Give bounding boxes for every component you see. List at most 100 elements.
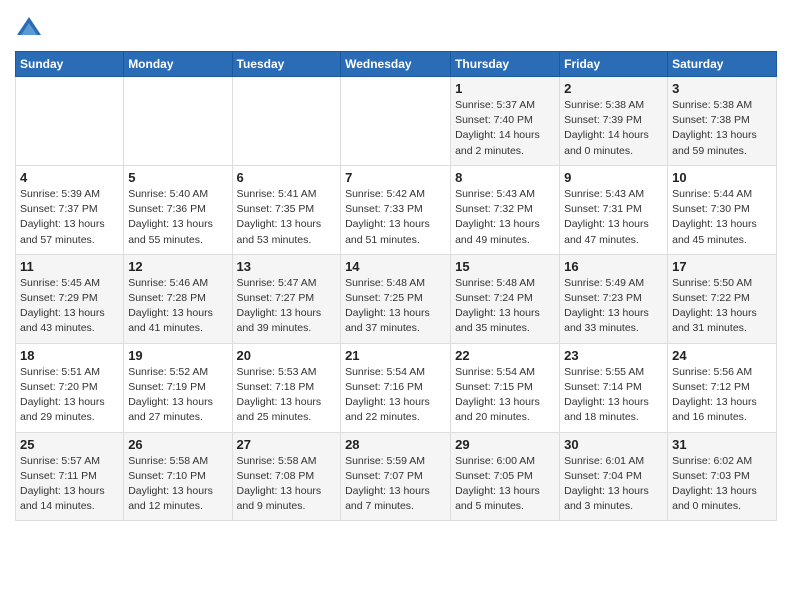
weekday-header: Wednesday [341,52,451,77]
calendar-cell: 23 Sunrise: 5:55 AMSunset: 7:14 PMDayligh… [560,343,668,432]
day-number: 20 [237,348,337,363]
day-info: Sunrise: 5:49 AMSunset: 7:23 PMDaylight:… [564,276,663,337]
day-info: Sunrise: 5:46 AMSunset: 7:28 PMDaylight:… [128,276,227,337]
day-info: Sunrise: 5:43 AMSunset: 7:31 PMDaylight:… [564,187,663,248]
weekday-header: Friday [560,52,668,77]
weekday-row: SundayMondayTuesdayWednesdayThursdayFrid… [16,52,777,77]
calendar-cell: 18 Sunrise: 5:51 AMSunset: 7:20 PMDayligh… [16,343,124,432]
day-info: Sunrise: 5:38 AMSunset: 7:38 PMDaylight:… [672,98,772,159]
day-info: Sunrise: 5:56 AMSunset: 7:12 PMDaylight:… [672,365,772,426]
day-info: Sunrise: 6:02 AMSunset: 7:03 PMDaylight:… [672,454,772,515]
day-info: Sunrise: 5:55 AMSunset: 7:14 PMDaylight:… [564,365,663,426]
calendar-cell: 19Sunrise: 5:52 AMSunset: 7:19 PMDayligh… [124,343,232,432]
day-number: 7 [345,170,446,185]
calendar-cell [16,77,124,166]
day-number: 9 [564,170,663,185]
day-info: Sunrise: 6:00 AMSunset: 7:05 PMDaylight:… [455,454,555,515]
calendar-cell: 31 Sunrise: 6:02 AMSunset: 7:03 PMDayligh… [668,432,777,521]
calendar-week-row: 18 Sunrise: 5:51 AMSunset: 7:20 PMDayligh… [16,343,777,432]
day-info: Sunrise: 5:48 AMSunset: 7:25 PMDaylight:… [345,276,446,337]
day-number: 10 [672,170,772,185]
weekday-header: Sunday [16,52,124,77]
day-info: Sunrise: 5:53 AMSunset: 7:18 PMDaylight:… [237,365,337,426]
day-number: 26 [128,437,227,452]
day-info: Sunrise: 5:51 AMSunset: 7:20 PMDaylight:… [20,365,119,426]
calendar-cell: 8 Sunrise: 5:43 AMSunset: 7:32 PMDaylight… [451,165,560,254]
page-header [15,10,777,43]
day-number: 18 [20,348,119,363]
calendar-cell: 13 Sunrise: 5:47 AMSunset: 7:27 PMDayligh… [232,254,341,343]
calendar-cell: 30Sunrise: 6:01 AMSunset: 7:04 PMDayligh… [560,432,668,521]
day-info: Sunrise: 5:43 AMSunset: 7:32 PMDaylight:… [455,187,555,248]
calendar-cell: 2 Sunrise: 5:38 AMSunset: 7:39 PMDaylight… [560,77,668,166]
calendar-table: SundayMondayTuesdayWednesdayThursdayFrid… [15,51,777,521]
day-info: Sunrise: 5:38 AMSunset: 7:39 PMDaylight:… [564,98,663,159]
calendar-cell: 17Sunrise: 5:50 AMSunset: 7:22 PMDayligh… [668,254,777,343]
day-number: 13 [237,259,337,274]
day-number: 28 [345,437,446,452]
calendar-cell: 3 Sunrise: 5:38 AMSunset: 7:38 PMDaylight… [668,77,777,166]
calendar-cell: 5 Sunrise: 5:40 AMSunset: 7:36 PMDaylight… [124,165,232,254]
day-number: 27 [237,437,337,452]
calendar-week-row: 25 Sunrise: 5:57 AMSunset: 7:11 PMDayligh… [16,432,777,521]
day-number: 16 [564,259,663,274]
day-info: Sunrise: 5:54 AMSunset: 7:15 PMDaylight:… [455,365,555,426]
calendar-cell: 1Sunrise: 5:37 AMSunset: 7:40 PMDaylight… [451,77,560,166]
day-info: Sunrise: 5:40 AMSunset: 7:36 PMDaylight:… [128,187,227,248]
logo-icon [15,15,43,43]
day-number: 30 [564,437,663,452]
calendar-cell [232,77,341,166]
calendar-cell: 11Sunrise: 5:45 AMSunset: 7:29 PMDayligh… [16,254,124,343]
weekday-header: Monday [124,52,232,77]
calendar-week-row: 4 Sunrise: 5:39 AMSunset: 7:37 PMDaylight… [16,165,777,254]
day-info: Sunrise: 5:58 AMSunset: 7:08 PMDaylight:… [237,454,337,515]
calendar-cell: 27 Sunrise: 5:58 AMSunset: 7:08 PMDayligh… [232,432,341,521]
day-info: Sunrise: 5:48 AMSunset: 7:24 PMDaylight:… [455,276,555,337]
day-number: 29 [455,437,555,452]
day-info: Sunrise: 5:44 AMSunset: 7:30 PMDaylight:… [672,187,772,248]
day-number: 3 [672,81,772,96]
day-info: Sunrise: 5:57 AMSunset: 7:11 PMDaylight:… [20,454,119,515]
calendar-cell: 26Sunrise: 5:58 AMSunset: 7:10 PMDayligh… [124,432,232,521]
calendar-header: SundayMondayTuesdayWednesdayThursdayFrid… [16,52,777,77]
day-info: Sunrise: 5:50 AMSunset: 7:22 PMDaylight:… [672,276,772,337]
day-info: Sunrise: 5:47 AMSunset: 7:27 PMDaylight:… [237,276,337,337]
day-number: 5 [128,170,227,185]
calendar-cell: 14 Sunrise: 5:48 AMSunset: 7:25 PMDayligh… [341,254,451,343]
day-info: Sunrise: 5:52 AMSunset: 7:19 PMDaylight:… [128,365,227,426]
day-number: 8 [455,170,555,185]
calendar-cell: 6Sunrise: 5:41 AMSunset: 7:35 PMDaylight… [232,165,341,254]
day-number: 21 [345,348,446,363]
calendar-cell: 12 Sunrise: 5:46 AMSunset: 7:28 PMDayligh… [124,254,232,343]
calendar-cell: 24Sunrise: 5:56 AMSunset: 7:12 PMDayligh… [668,343,777,432]
calendar-cell: 20 Sunrise: 5:53 AMSunset: 7:18 PMDayligh… [232,343,341,432]
day-info: Sunrise: 5:45 AMSunset: 7:29 PMDaylight:… [20,276,119,337]
weekday-header: Tuesday [232,52,341,77]
weekday-header: Thursday [451,52,560,77]
weekday-header: Saturday [668,52,777,77]
calendar-cell: 10 Sunrise: 5:44 AMSunset: 7:30 PMDayligh… [668,165,777,254]
day-number: 25 [20,437,119,452]
calendar-week-row: 1Sunrise: 5:37 AMSunset: 7:40 PMDaylight… [16,77,777,166]
day-number: 23 [564,348,663,363]
day-info: Sunrise: 5:39 AMSunset: 7:37 PMDaylight:… [20,187,119,248]
logo [15,15,47,43]
calendar-cell: 15Sunrise: 5:48 AMSunset: 7:24 PMDayligh… [451,254,560,343]
day-number: 6 [237,170,337,185]
calendar-body: 1Sunrise: 5:37 AMSunset: 7:40 PMDaylight… [16,77,777,521]
day-number: 14 [345,259,446,274]
day-number: 1 [455,81,555,96]
calendar-week-row: 11Sunrise: 5:45 AMSunset: 7:29 PMDayligh… [16,254,777,343]
calendar-cell: 25 Sunrise: 5:57 AMSunset: 7:11 PMDayligh… [16,432,124,521]
calendar-cell: 29 Sunrise: 6:00 AMSunset: 7:05 PMDayligh… [451,432,560,521]
day-info: Sunrise: 5:54 AMSunset: 7:16 PMDaylight:… [345,365,446,426]
calendar-cell: 16 Sunrise: 5:49 AMSunset: 7:23 PMDayligh… [560,254,668,343]
day-number: 12 [128,259,227,274]
calendar-cell [341,77,451,166]
day-number: 22 [455,348,555,363]
day-number: 4 [20,170,119,185]
day-number: 31 [672,437,772,452]
calendar-cell: 28Sunrise: 5:59 AMSunset: 7:07 PMDayligh… [341,432,451,521]
calendar-cell: 21 Sunrise: 5:54 AMSunset: 7:16 PMDayligh… [341,343,451,432]
day-number: 2 [564,81,663,96]
